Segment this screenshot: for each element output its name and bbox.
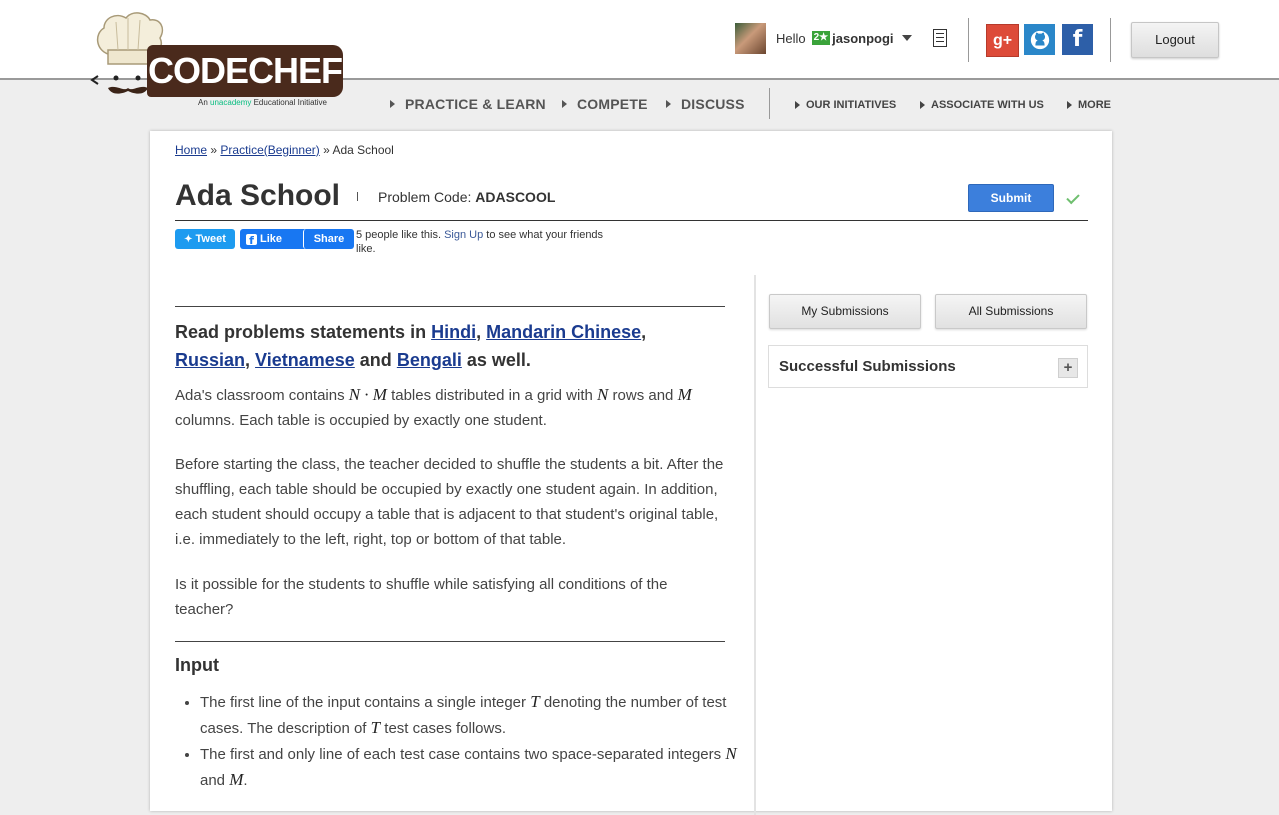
statement-paragraph-3: Is it possible for the students to shuff… [175, 576, 668, 618]
header-divider [1110, 18, 1111, 62]
list-item: The first and only line of each test cas… [200, 741, 750, 793]
avatar[interactable] [735, 22, 766, 54]
nav-associate[interactable]: ASSOCIATE WITH US [920, 98, 1044, 112]
language-links: Read problems statements in Hindi, Manda… [175, 322, 647, 370]
nav-our-initiatives[interactable]: OUR INITIATIVES [795, 98, 896, 112]
nav-more[interactable]: MORE [1067, 98, 1111, 112]
logo-tagline: An unacademy Educational Initiative [198, 98, 327, 107]
nav-divider [769, 88, 770, 119]
nav-compete[interactable]: COMPETE [562, 96, 648, 112]
lang-link-russian[interactable]: Russian [175, 350, 245, 370]
statement-paragraph-1: Ada's classroom contains N · M tables di… [175, 385, 692, 429]
like-count-text: 5 people like this. Sign Up to see what … [356, 229, 604, 255]
page-title: Ada School [175, 179, 341, 212]
submit-button[interactable]: Submit [968, 184, 1054, 212]
lang-link-vietnamese[interactable]: Vietnamese [255, 350, 355, 370]
triangle-right-icon [920, 101, 925, 109]
my-submissions-button[interactable]: My Submissions [769, 294, 921, 329]
problem-code: Problem Code: ADASCOOL [378, 189, 556, 205]
facebook-icon: f [246, 233, 257, 247]
statement-paragraph-2: Before starting the class, the teacher d… [175, 456, 724, 548]
header-divider [968, 18, 969, 62]
lang-link-mandarin[interactable]: Mandarin Chinese [486, 322, 641, 342]
user-menu[interactable]: Hello 2★ jasonpogi [735, 22, 912, 54]
tweet-button[interactable]: ✦ Tweet [175, 229, 235, 249]
expand-plus-icon[interactable]: + [1058, 358, 1078, 378]
problem-card: Home » Practice(Beginner) » Ada School A… [150, 131, 1112, 815]
nav-discuss[interactable]: DISCUSS [666, 96, 745, 112]
section-divider [175, 641, 725, 642]
successful-submissions-title: Successful Submissions [779, 358, 956, 375]
column-divider [754, 275, 756, 815]
check-icon [1066, 190, 1080, 205]
signup-link[interactable]: Sign Up [444, 229, 483, 241]
triangle-right-icon [795, 101, 800, 109]
username: jasonpogi [832, 30, 894, 46]
breadcrumb-practice[interactable]: Practice(Beginner) [220, 143, 319, 157]
input-heading: Input [175, 655, 219, 675]
section-divider [175, 306, 725, 307]
twitter-bird-icon: ✦ [184, 233, 193, 245]
site-header: CODECHEF An unacademy Educational Initia… [0, 0, 1279, 107]
github-icon[interactable] [1024, 24, 1055, 55]
all-submissions-button[interactable]: All Submissions [935, 294, 1087, 329]
lang-link-bengali[interactable]: Bengali [397, 350, 462, 370]
input-list: The first line of the input contains a s… [175, 689, 750, 793]
user-greeting[interactable]: Hello 2★ jasonpogi [776, 31, 912, 46]
chevron-down-icon[interactable] [901, 35, 912, 41]
breadcrumb: Home » Practice(Beginner) » Ada School [175, 143, 394, 157]
triangle-right-icon [666, 100, 671, 108]
notes-icon[interactable] [933, 29, 947, 47]
nav-practice[interactable]: PRACTICE & LEARN [390, 96, 546, 112]
breadcrumb-current: Ada School [332, 143, 394, 157]
lang-link-hindi[interactable]: Hindi [431, 322, 476, 342]
title-divider-line [175, 220, 1088, 221]
successful-submissions-panel: Successful Submissions + [768, 345, 1088, 388]
logo-wordmark: CODECHEF [147, 45, 343, 97]
triangle-right-icon [390, 100, 395, 108]
triangle-right-icon [1067, 101, 1072, 109]
title-divider [357, 192, 358, 201]
breadcrumb-home[interactable]: Home [175, 143, 207, 157]
rating-star-badge: 2★ [811, 31, 831, 45]
logout-button[interactable]: Logout [1131, 22, 1219, 58]
facebook-share-button[interactable]: Share [303, 229, 354, 249]
facebook-icon[interactable]: f [1062, 24, 1093, 55]
google-plus-icon[interactable]: g+ [986, 24, 1019, 57]
codechef-logo[interactable]: CODECHEF An unacademy Educational Initia… [90, 10, 350, 110]
problem-code-value: ADASCOOL [475, 189, 556, 205]
list-item: The first line of the input contains a s… [200, 689, 750, 741]
triangle-right-icon [562, 100, 567, 108]
